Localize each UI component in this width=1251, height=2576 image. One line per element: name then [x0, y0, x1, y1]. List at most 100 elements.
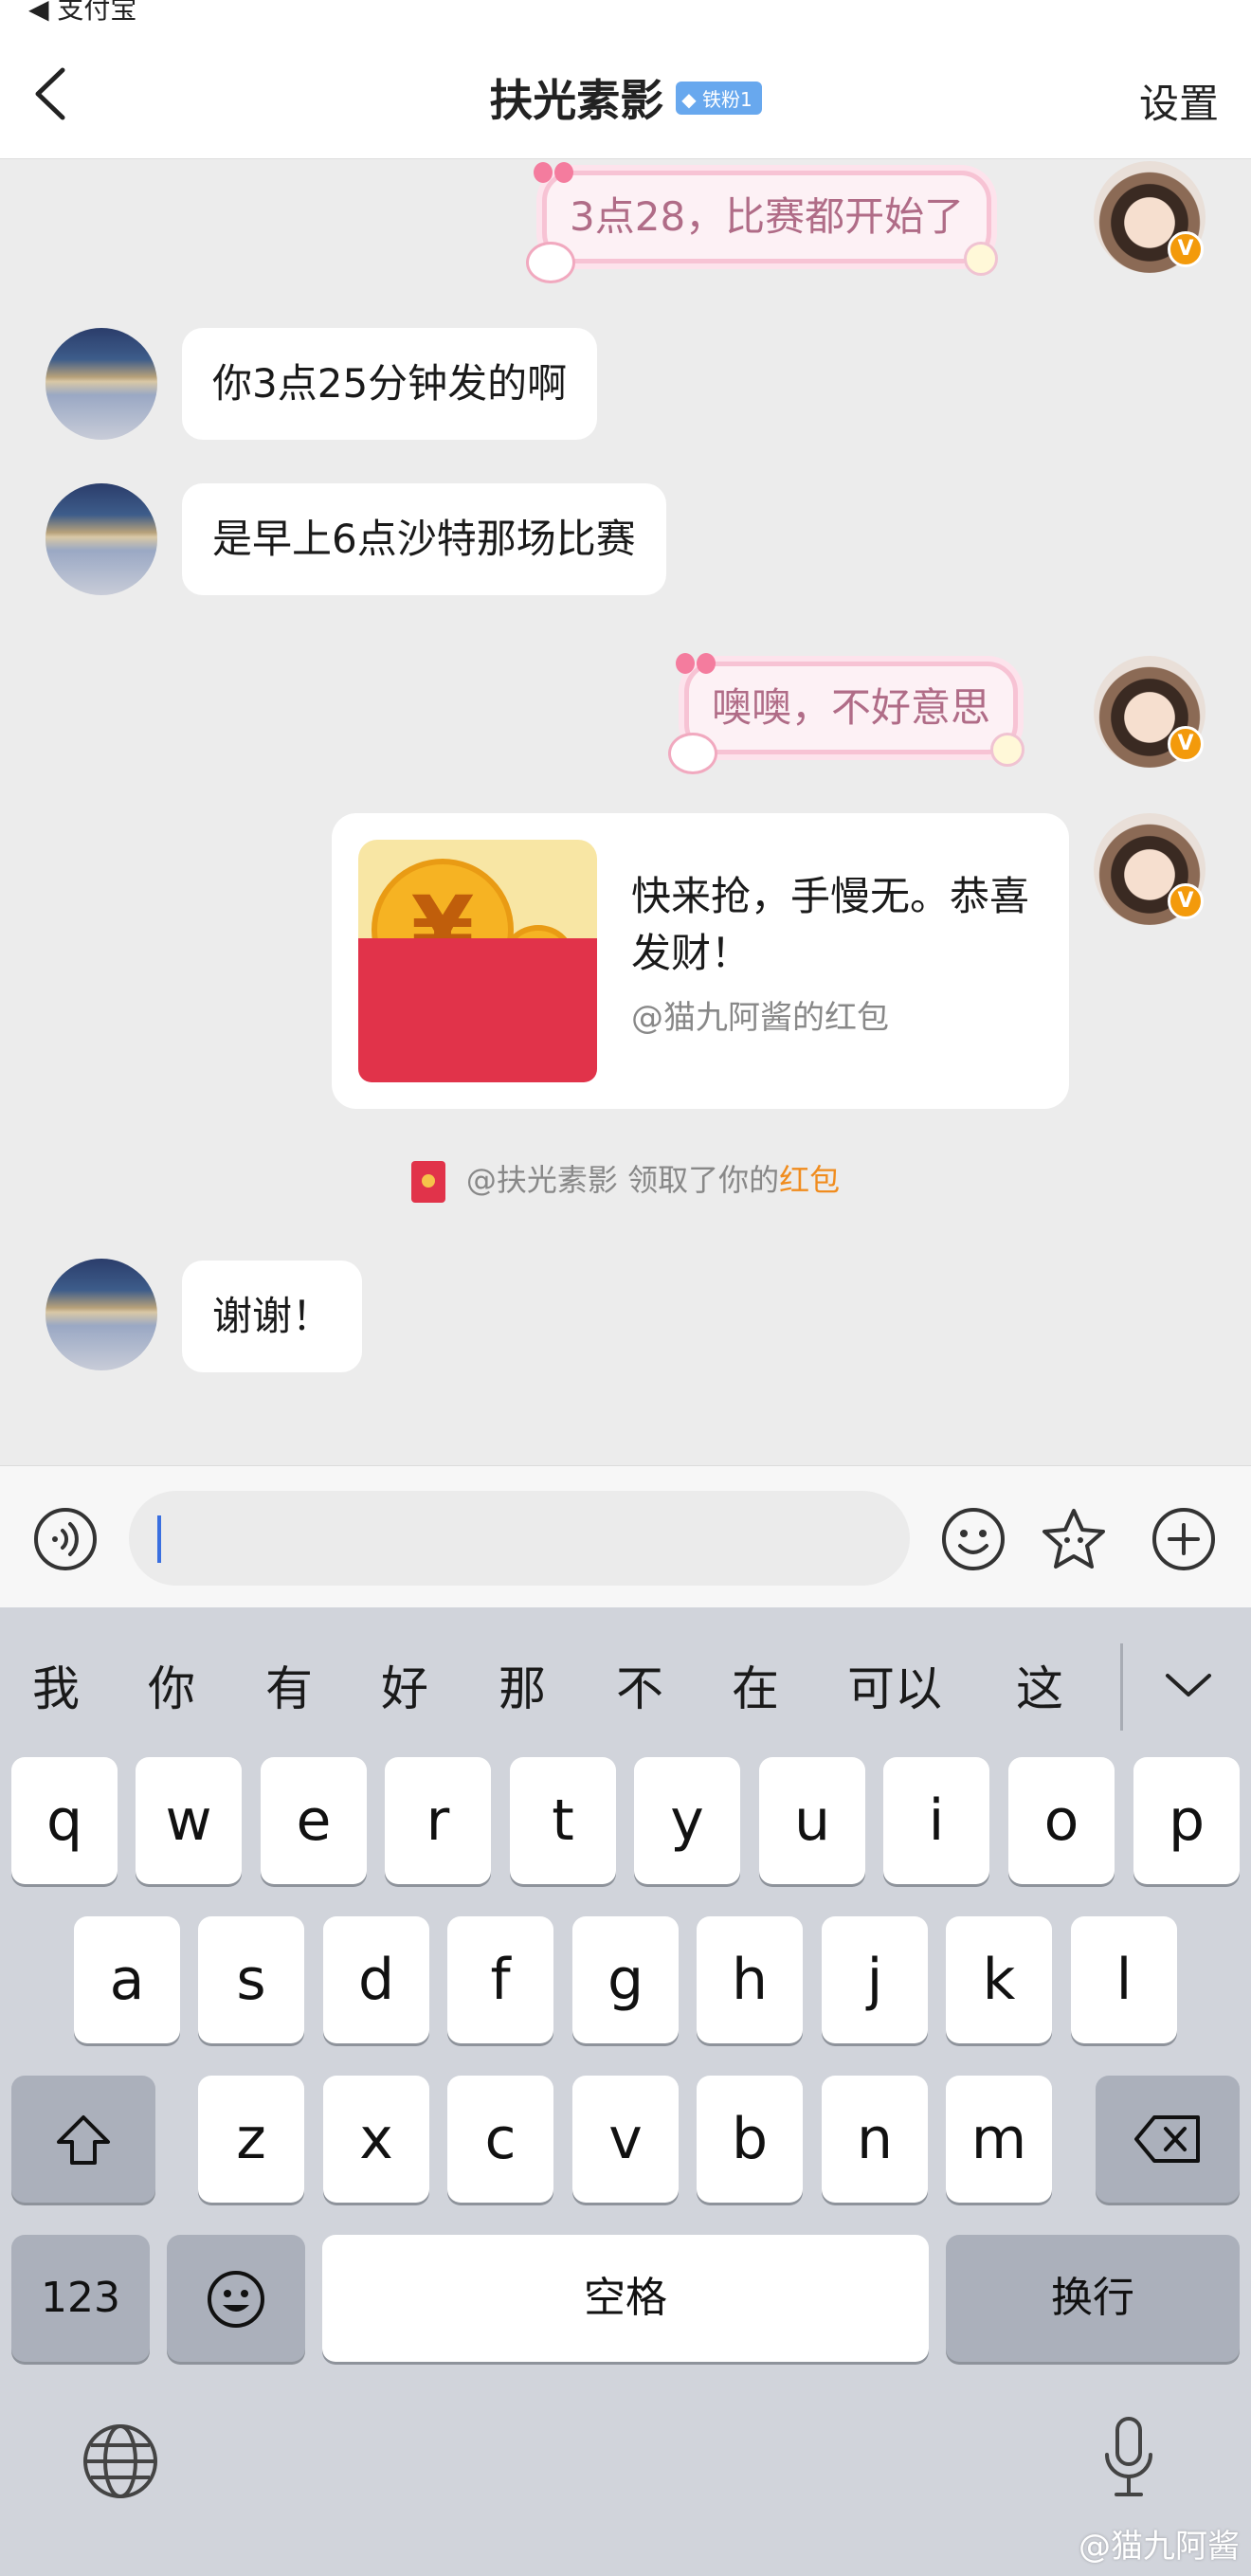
message-text: 3点28，比赛都开始了	[570, 193, 965, 240]
red-packet-icon: ¥ ¥	[358, 840, 597, 1082]
bow-decoration	[676, 649, 719, 680]
key-y[interactable]: y	[634, 1757, 740, 1884]
shift-key[interactable]	[11, 2076, 155, 2203]
candidate-word[interactable]: 我	[32, 1651, 80, 1719]
key-v[interactable]: v	[572, 2076, 679, 2203]
envelope-body	[358, 938, 597, 1082]
moon-decoration	[990, 733, 1025, 767]
candidate-word[interactable]: 有	[265, 1651, 313, 1719]
red-packet-message: 快来抢，手慢无。恭喜发财！	[631, 873, 1030, 976]
kitty-decoration	[668, 733, 717, 774]
key-j[interactable]: j	[822, 1916, 928, 2043]
red-packet-icon	[410, 1161, 445, 1203]
candidate-word[interactable]: 你	[148, 1651, 195, 1719]
shift-icon	[57, 2115, 110, 2165]
status-bar: ◀ 支付宝	[0, 0, 1251, 28]
candidate-bar: 我 你 有 好 那 不 在 可以 这	[0, 1607, 1251, 1759]
red-packet-card[interactable]: ¥ ¥ 快来抢，手慢无。恭喜发财！ @猫九阿酱的红包	[332, 813, 1069, 1109]
red-packet-claimed-notice: @扶光素影 领取了你的红包	[0, 1156, 1251, 1203]
emoji-icon[interactable]	[940, 1506, 1006, 1572]
settings-button[interactable]: 设置	[1139, 72, 1219, 130]
candidate-word[interactable]: 不	[616, 1651, 663, 1719]
emoji-key[interactable]	[167, 2235, 305, 2362]
key-l[interactable]: l	[1071, 1916, 1177, 2043]
delete-key[interactable]	[1096, 2076, 1240, 2203]
key-n[interactable]: n	[822, 2076, 928, 2203]
key-m[interactable]: m	[946, 2076, 1052, 2203]
diamond-icon: ◆	[681, 87, 697, 111]
number-key[interactable]: 123	[11, 2235, 150, 2362]
key-u[interactable]: u	[759, 1757, 865, 1884]
key-s[interactable]: s	[198, 1916, 304, 2043]
key-c[interactable]: c	[447, 2076, 553, 2203]
candidate-word[interactable]: 这	[1016, 1651, 1063, 1719]
my-message-bubble[interactable]: 噢噢，不好意思	[668, 653, 1025, 774]
message-text: 谢谢！	[212, 1293, 333, 1339]
candidate-word[interactable]: 可以	[847, 1651, 942, 1719]
message-text: 是早上6点沙特那场比赛	[212, 516, 636, 562]
friend-avatar[interactable]	[45, 1259, 157, 1370]
verified-badge: V	[1168, 231, 1204, 267]
plus-icon[interactable]	[1151, 1506, 1217, 1572]
key-b[interactable]: b	[697, 2076, 803, 2203]
delete-icon	[1134, 2115, 1200, 2163]
bow-decoration	[534, 158, 577, 189]
candidate-word[interactable]: 在	[732, 1651, 779, 1719]
emoji-key-icon	[208, 2271, 264, 2328]
keyboard: 我 你 有 好 那 不 在 可以 这 q w e r t y u i o p a…	[0, 1607, 1251, 2576]
message-input-bar	[0, 1465, 1251, 1607]
text-cursor	[157, 1515, 161, 1563]
friend-message-bubble[interactable]: 是早上6点沙特那场比赛	[182, 483, 666, 595]
candidate-word[interactable]: 好	[381, 1651, 428, 1719]
red-packet-sender: @猫九阿酱的红包	[631, 999, 889, 1037]
message-input[interactable]	[129, 1491, 910, 1586]
my-message-bubble[interactable]: 3点28，比赛都开始了	[526, 162, 999, 283]
key-x[interactable]: x	[323, 2076, 429, 2203]
message-text: 噢噢，不好意思	[712, 684, 991, 731]
watermark: @猫九阿酱	[1079, 2528, 1240, 2566]
key-g[interactable]: g	[572, 1916, 679, 2043]
red-packet-link[interactable]: 红包	[779, 1162, 840, 1198]
key-z[interactable]: z	[198, 2076, 304, 2203]
back-to-app[interactable]: ◀ 支付宝	[28, 0, 136, 27]
key-k[interactable]: k	[946, 1916, 1052, 2043]
message-list: 3点28，比赛都开始了 V 你3点25分钟发的啊 是早上6点沙特那场比赛 噢噢，…	[0, 159, 1251, 1465]
space-key[interactable]: 空格	[322, 2235, 929, 2362]
friend-avatar[interactable]	[45, 483, 157, 595]
verified-badge: V	[1168, 726, 1204, 762]
key-h[interactable]: h	[697, 1916, 803, 2043]
chat-screen: ◀ 支付宝 扶光素影 ◆ 铁粉1 设置 3点28，比赛都开始了 V 你3点25分…	[0, 0, 1251, 2576]
fan-level-badge: ◆ 铁粉1	[676, 81, 762, 115]
candidate-word[interactable]: 那	[499, 1651, 546, 1719]
notice-text: @扶光素影 领取了你的	[465, 1162, 780, 1198]
message-text: 你3点25分钟发的啊	[212, 360, 568, 407]
sticker-icon[interactable]	[1041, 1506, 1107, 1572]
kitty-decoration	[526, 242, 575, 283]
key-p[interactable]: p	[1133, 1757, 1240, 1884]
friend-message-bubble[interactable]: 你3点25分钟发的啊	[182, 328, 598, 440]
friend-avatar[interactable]	[45, 328, 157, 440]
moon-decoration	[964, 242, 999, 276]
key-w[interactable]: w	[136, 1757, 242, 1884]
mic-icon[interactable]	[1099, 2415, 1158, 2502]
chat-title: 扶光素影	[489, 75, 664, 126]
friend-message-bubble[interactable]: 谢谢！	[182, 1261, 363, 1372]
chat-header: 扶光素影 ◆ 铁粉1 设置	[0, 28, 1251, 159]
key-a[interactable]: a	[74, 1916, 180, 2043]
verified-badge: V	[1168, 883, 1204, 919]
key-f[interactable]: f	[447, 1916, 553, 2043]
fan-level-label: 铁粉1	[702, 87, 752, 111]
key-t[interactable]: t	[510, 1757, 616, 1884]
return-key[interactable]: 换行	[946, 2235, 1240, 2362]
key-e[interactable]: e	[261, 1757, 367, 1884]
voice-icon[interactable]	[32, 1506, 99, 1572]
globe-icon[interactable]	[82, 2422, 159, 2500]
title-area: 扶光素影 ◆ 铁粉1	[0, 66, 1251, 129]
key-o[interactable]: o	[1008, 1757, 1115, 1884]
key-d[interactable]: d	[323, 1916, 429, 2043]
candidate-divider	[1120, 1643, 1123, 1731]
collapse-icon[interactable]	[1162, 1666, 1215, 1704]
key-q[interactable]: q	[11, 1757, 118, 1884]
key-r[interactable]: r	[385, 1757, 491, 1884]
key-i[interactable]: i	[883, 1757, 989, 1884]
